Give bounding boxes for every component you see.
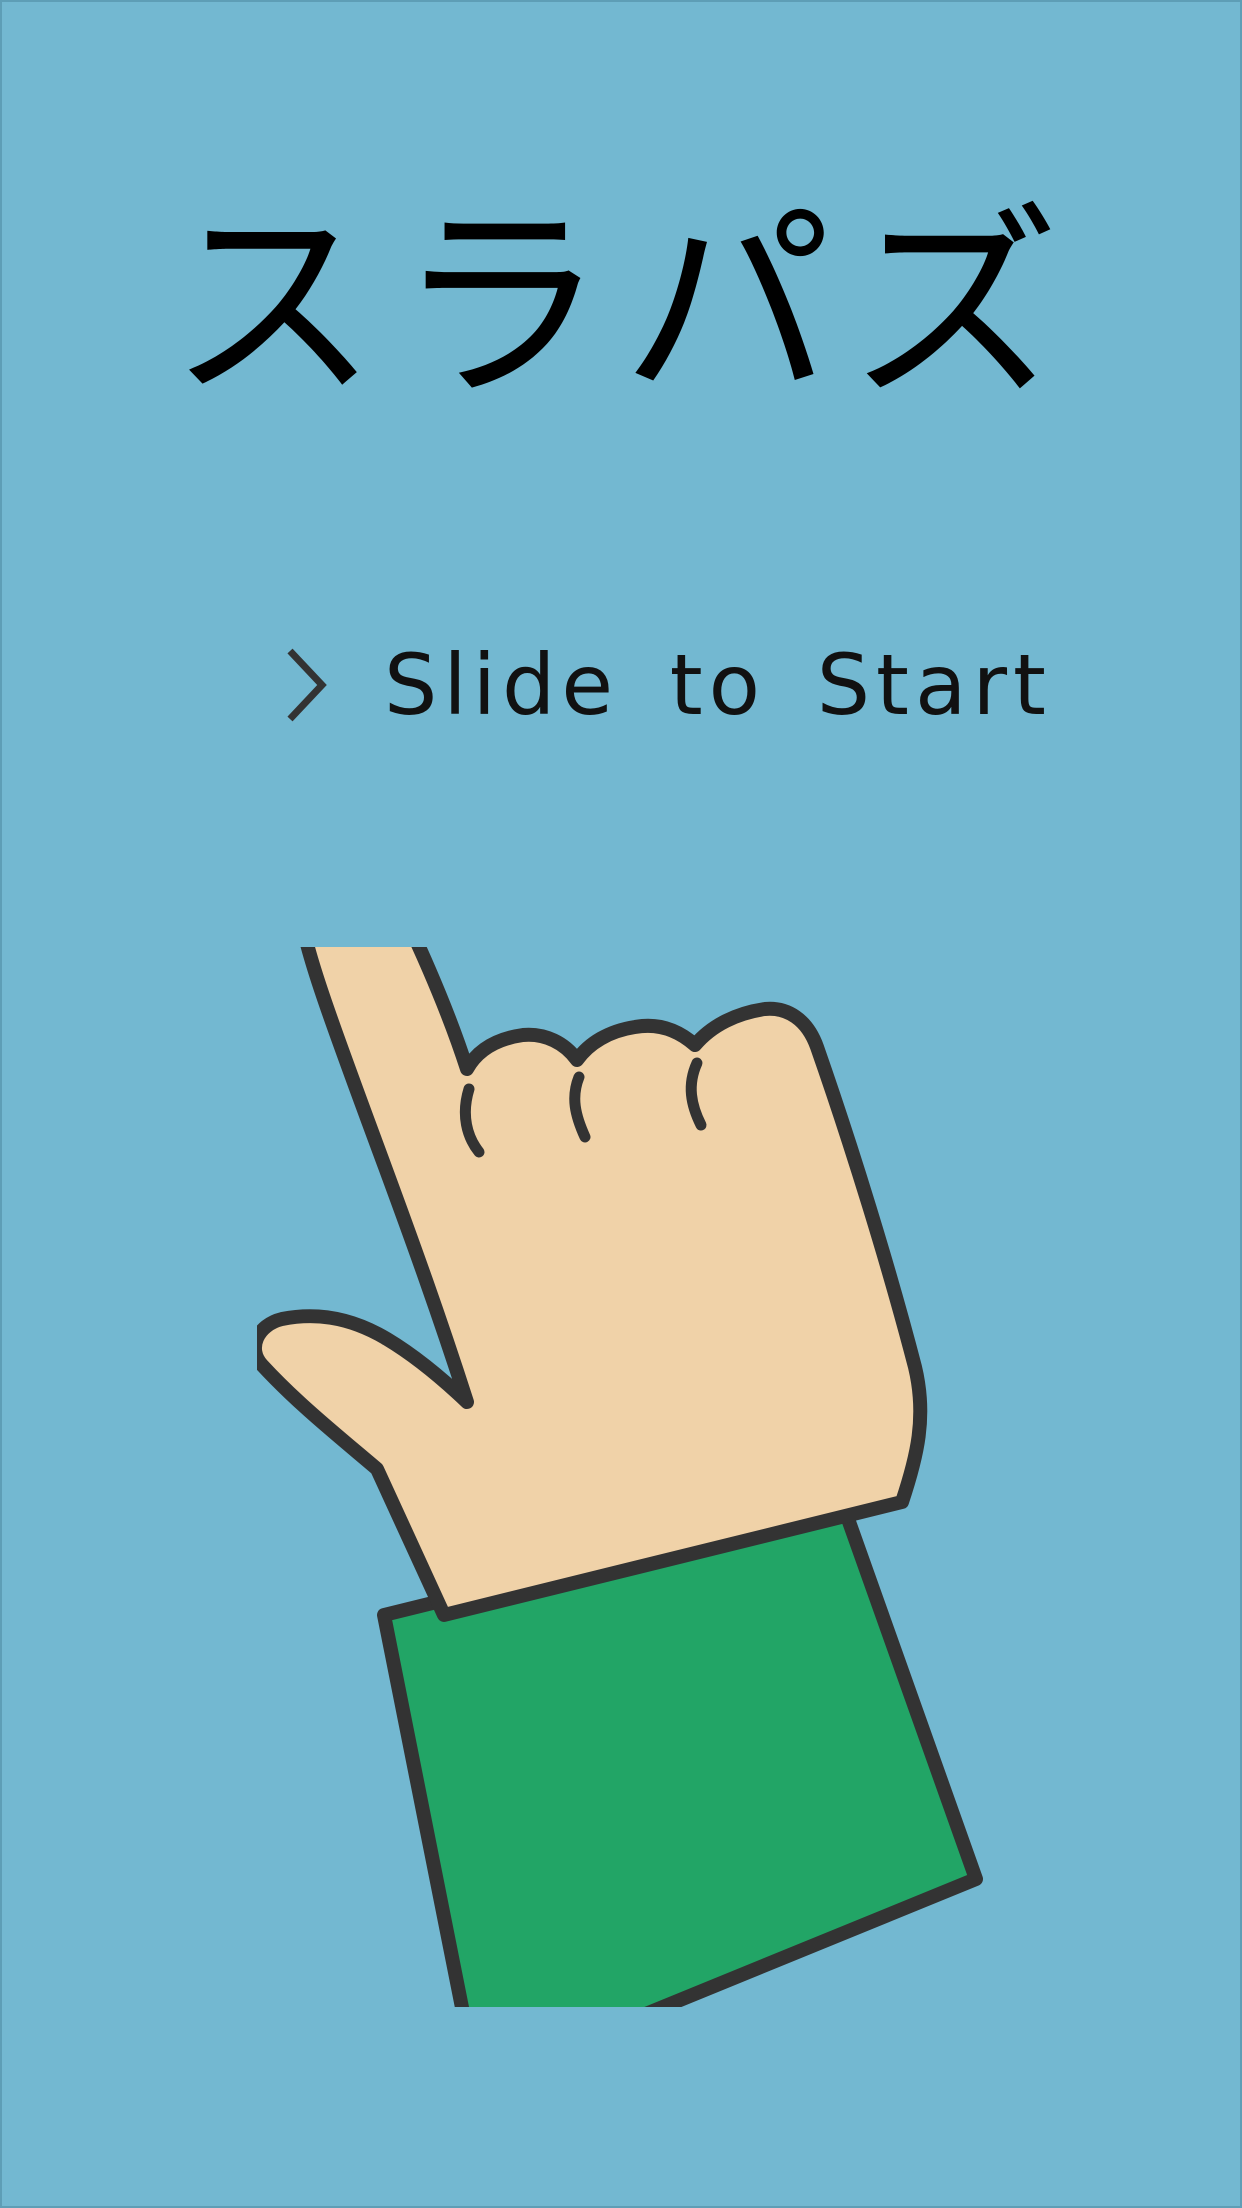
- slide-to-start-label: Slide to Start: [384, 636, 1052, 734]
- chevron-right-icon: [287, 648, 327, 722]
- hand-palm: [257, 947, 928, 1622]
- pointing-hand-icon: [257, 947, 983, 2007]
- title-screen[interactable]: スラパズ Slide to Start: [0, 0, 1242, 2208]
- slide-to-start[interactable]: Slide to Start: [282, 630, 1052, 740]
- game-title: スラパズ: [168, 184, 1078, 429]
